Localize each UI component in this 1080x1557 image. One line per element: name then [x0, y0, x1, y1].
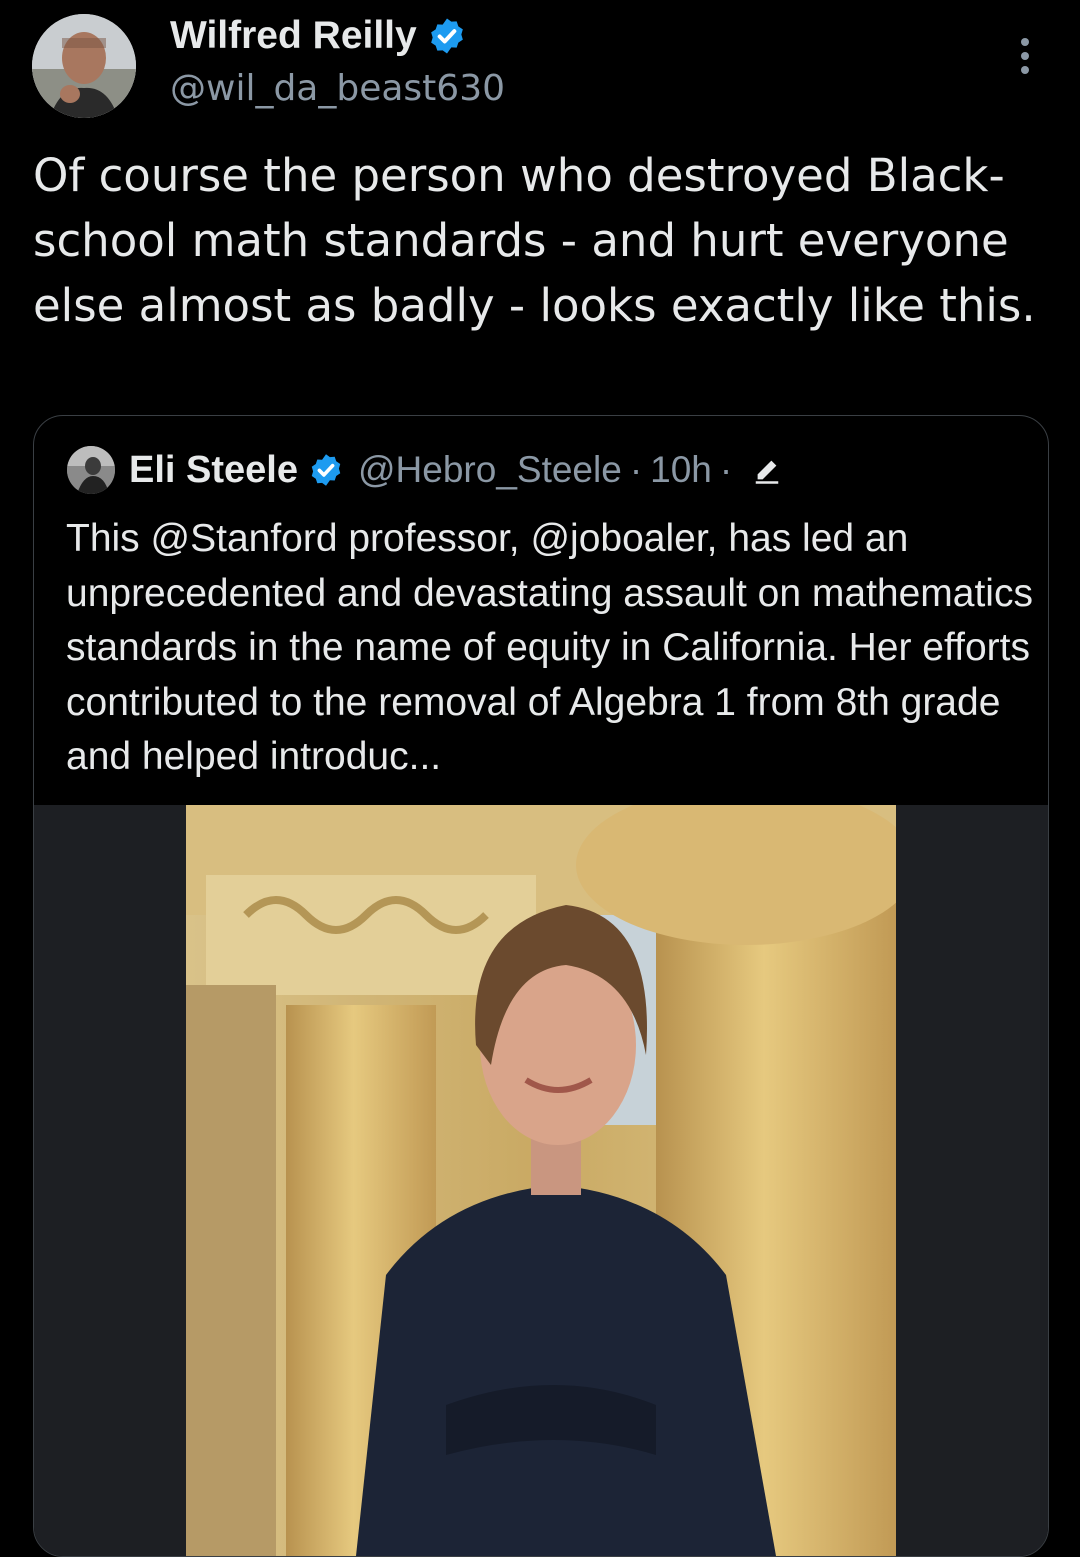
tweet-text: Of course the person who destroyed Black… [33, 149, 1036, 332]
portrait-photo [186, 805, 896, 1556]
more-options-icon[interactable] [1010, 34, 1040, 78]
quoted-tweet-text: This @Stanford professor, @joboaler, has… [66, 517, 1033, 778]
header-separator: · [719, 449, 733, 490]
verified-badge-icon [311, 454, 341, 486]
author-handle[interactable]: @wil_da_beast630 [170, 68, 505, 109]
quoted-author-name[interactable]: Eli Steele [129, 449, 298, 492]
quoted-tweet-header: Eli Steele @Hebro_Steele · 10h · [67, 446, 782, 494]
quoted-author-handle[interactable]: @Hebro_Steele [358, 449, 622, 491]
edited-pencil-icon[interactable] [752, 455, 782, 485]
quoted-author-avatar[interactable] [67, 446, 115, 494]
quoted-tweet-card[interactable]: Eli Steele @Hebro_Steele · 10h · This @S… [33, 415, 1049, 1557]
verified-badge-icon [430, 18, 463, 54]
header-separator: · [629, 449, 643, 490]
author-name[interactable]: Wilfred Reilly [170, 14, 417, 58]
quoted-tweet-media[interactable] [34, 805, 1048, 1556]
quoted-timestamp[interactable]: 10h [650, 449, 712, 491]
author-avatar[interactable] [32, 14, 136, 118]
